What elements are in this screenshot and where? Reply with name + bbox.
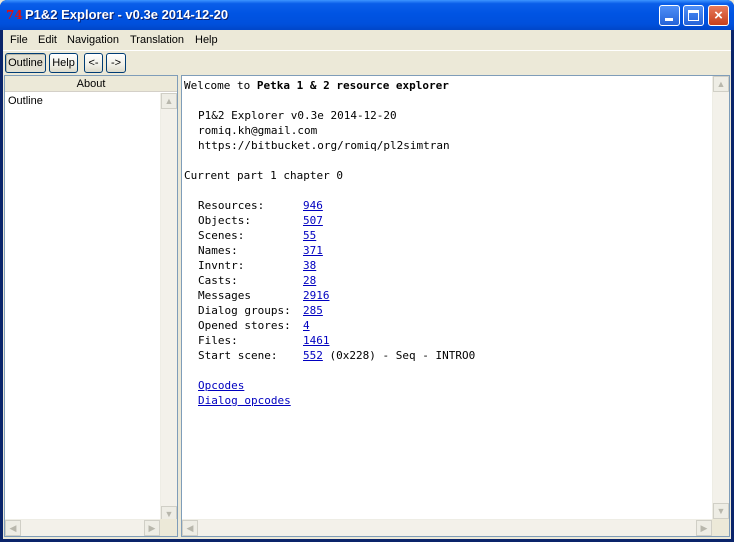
stat-link[interactable]: 285 — [303, 304, 323, 317]
menu-bar: File Edit Navigation Translation Help — [3, 30, 731, 49]
welcome-title: Petka 1 & 2 resource explorer — [256, 79, 449, 92]
scroll-up-icon[interactable]: ▲ — [713, 76, 729, 92]
stat-row-names: Names: 371 — [198, 243, 323, 258]
left-vertical-scrollbar[interactable]: ▲ ▼ — [160, 93, 177, 522]
stat-link[interactable]: 552 — [303, 349, 323, 362]
author-email: romiq.kh@gmail.com — [198, 124, 318, 137]
opcodes-link: Opcodes — [198, 378, 244, 393]
stat-label: Objects: — [198, 214, 251, 227]
outline-pane-header[interactable]: About — [5, 76, 177, 92]
minimize-icon — [665, 18, 673, 21]
stat-link[interactable]: 28 — [303, 274, 316, 287]
stat-label: Dialog groups: — [198, 304, 291, 317]
dialog-opcodes-link-text[interactable]: Dialog opcodes — [198, 394, 291, 407]
scroll-left-icon[interactable]: ◀ — [5, 520, 21, 536]
outline-pane: About Outline ▲ ▼ ◀ ▶ — [4, 75, 178, 537]
stat-row-start-scene: Start scene: 552 (0x228) - Seq - INTRO0 — [198, 348, 475, 363]
outline-item[interactable]: Outline — [8, 95, 43, 107]
content-vertical-scrollbar[interactable]: ▲ ▼ — [712, 76, 729, 519]
stat-row-files: Files: 1461 — [198, 333, 330, 348]
menu-file[interactable]: File — [5, 32, 33, 48]
left-horizontal-scrollbar[interactable]: ◀ ▶ — [5, 519, 160, 536]
stat-link[interactable]: 55 — [303, 229, 316, 242]
scroll-corner — [712, 519, 729, 536]
stat-label: Invntr: — [198, 259, 245, 272]
stat-link[interactable]: 507 — [303, 214, 323, 227]
stat-link[interactable]: 946 — [303, 199, 323, 212]
stat-label: Resources: — [198, 199, 265, 212]
stat-label: Files: — [198, 334, 238, 347]
maximize-button[interactable] — [683, 5, 704, 26]
stat-label: Start scene: — [198, 349, 278, 362]
scroll-right-icon[interactable]: ▶ — [144, 520, 160, 536]
welcome-prefix: Welcome to — [184, 79, 257, 92]
stat-link[interactable]: 1461 — [303, 334, 330, 347]
scroll-right-icon[interactable]: ▶ — [696, 520, 712, 536]
close-icon: × — [714, 7, 723, 24]
stat-label: Scenes: — [198, 229, 245, 242]
stat-row-objects: Objects: 507 — [198, 213, 323, 228]
stat-link[interactable]: 4 — [303, 319, 310, 332]
window-title: P1&2 Explorer - v0.3e 2014-12-20 — [25, 7, 229, 22]
menu-navigation[interactable]: Navigation — [62, 32, 124, 48]
stat-link[interactable]: 371 — [303, 244, 323, 257]
current-part-chapter: Current part 1 chapter 0 — [184, 169, 343, 182]
scroll-corner — [160, 519, 177, 536]
content-view: Welcome to Petka 1 & 2 resource explorer… — [184, 78, 714, 518]
maximize-icon — [688, 10, 699, 21]
stat-label: Messages — [198, 289, 251, 302]
app-window: 74 P1&2 Explorer - v0.3e 2014-12-20 × Fi… — [0, 0, 734, 542]
stat-row-invntr: Invntr: 38 — [198, 258, 316, 273]
stat-row-dialog-groups: Dialog groups: 285 — [198, 303, 323, 318]
scroll-down-icon[interactable]: ▼ — [713, 503, 729, 519]
stat-row-opened-stores: Opened stores: 4 — [198, 318, 310, 333]
start-scene-details: (0x228) - Seq - INTRO0 — [322, 349, 476, 362]
project-url: https://bitbucket.org/romiq/pl2simtran — [198, 139, 450, 152]
close-button[interactable]: × — [708, 5, 729, 26]
outline-list[interactable]: Outline — [5, 93, 161, 522]
menu-edit[interactable]: Edit — [33, 32, 62, 48]
stat-label: Names: — [198, 244, 238, 257]
outline-button[interactable]: Outline — [5, 53, 46, 73]
help-button[interactable]: Help — [49, 53, 78, 73]
stat-row-messages: Messages 2916 — [198, 288, 330, 303]
minimize-button[interactable] — [659, 5, 680, 26]
stat-label: Casts: — [198, 274, 238, 287]
stat-row-casts: Casts: 28 — [198, 273, 316, 288]
welcome-line: Welcome to Petka 1 & 2 resource explorer — [184, 78, 449, 93]
stat-link[interactable]: 2916 — [303, 289, 330, 302]
content-horizontal-scrollbar[interactable]: ◀ ▶ — [182, 519, 712, 536]
client-area: File Edit Navigation Translation Help Ou… — [3, 30, 731, 539]
stat-row-resources: Resources: 946 — [198, 198, 323, 213]
back-button[interactable]: <- — [84, 53, 103, 73]
app-icon: 74 — [6, 8, 23, 22]
content-pane: Welcome to Petka 1 & 2 resource explorer… — [181, 75, 730, 537]
menu-translation[interactable]: Translation — [125, 32, 189, 48]
toolbar: Outline Help <- -> — [3, 50, 731, 74]
menu-help[interactable]: Help — [190, 32, 223, 48]
app-version: P1&2 Explorer v0.3e 2014-12-20 — [198, 109, 397, 122]
dialog-opcodes-link: Dialog opcodes — [198, 393, 291, 408]
stat-label: Opened stores: — [198, 319, 291, 332]
stat-row-scenes: Scenes: 55 — [198, 228, 316, 243]
scroll-up-icon[interactable]: ▲ — [161, 93, 177, 109]
opcodes-link-text[interactable]: Opcodes — [198, 379, 244, 392]
forward-button[interactable]: -> — [106, 53, 126, 73]
scroll-left-icon[interactable]: ◀ — [182, 520, 198, 536]
stat-link[interactable]: 38 — [303, 259, 316, 272]
title-bar[interactable]: 74 P1&2 Explorer - v0.3e 2014-12-20 × — [0, 0, 734, 30]
